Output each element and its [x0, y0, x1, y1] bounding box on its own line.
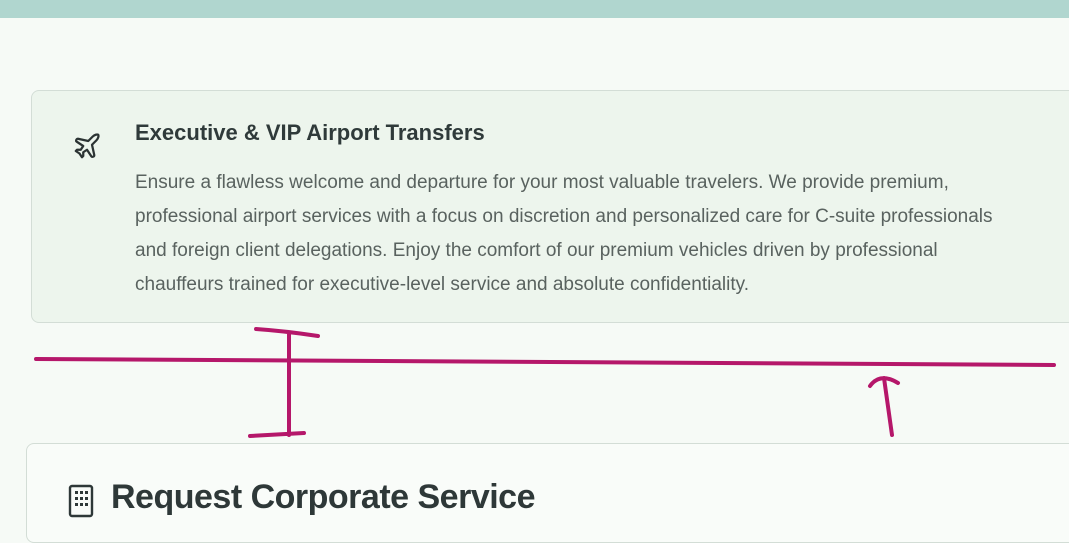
- request-section-title: Request Corporate Service: [111, 478, 536, 516]
- description-line: and foreign client delegations. Enjoy th…: [135, 240, 938, 261]
- annotation-spacing-bracket: [248, 327, 320, 438]
- airplane-icon: [72, 131, 102, 161]
- service-description: Ensure a flawless welcome and departure …: [135, 166, 1069, 302]
- description-line: professional airport services with a foc…: [135, 206, 993, 227]
- top-header-bar: [0, 0, 1069, 18]
- building-icon: [67, 484, 95, 518]
- description-line: chauffeurs trained for executive-level s…: [135, 274, 749, 295]
- request-service-card: Request Corporate Service: [26, 443, 1069, 543]
- annotation-arrow: [868, 376, 900, 437]
- service-title: Executive & VIP Airport Transfers: [135, 120, 485, 145]
- service-card-airport-transfers: Executive & VIP Airport Transfers Ensure…: [31, 90, 1069, 323]
- annotation-horizontal-line: [34, 357, 1056, 367]
- description-line: Ensure a flawless welcome and departure …: [135, 172, 949, 193]
